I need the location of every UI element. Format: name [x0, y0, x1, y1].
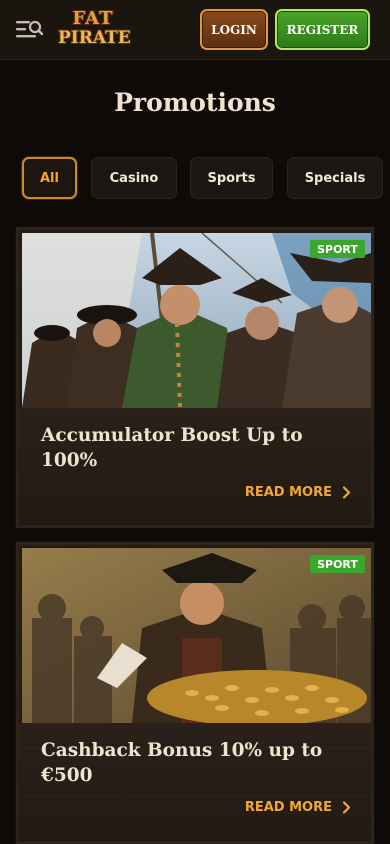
menu-search-icon[interactable]	[14, 18, 44, 42]
login-button[interactable]: LOGIN	[200, 9, 268, 50]
logo-bottom-text: PIRATE	[58, 28, 131, 48]
top-header: FAT PIRATE LOGIN REGISTER	[0, 0, 390, 60]
promo-card[interactable]: SPORT Cashback Bonus 10% up to €500 READ…	[16, 542, 374, 844]
register-button[interactable]: REGISTER	[275, 9, 370, 50]
tab-specials[interactable]: Specials	[287, 157, 383, 199]
pirate-gold-image: SPORT	[22, 548, 371, 723]
logo-top-text: FAT	[72, 8, 114, 29]
read-more-link[interactable]: READ MORE	[245, 483, 351, 501]
tab-all[interactable]: All	[22, 157, 77, 199]
tab-casino[interactable]: Casino	[91, 157, 177, 199]
page-title: Promotions	[114, 88, 276, 117]
chevron-right-icon	[342, 485, 351, 499]
tab-sports[interactable]: Sports	[190, 157, 273, 199]
read-more-label: READ MORE	[244, 799, 332, 815]
category-badge: SPORT	[310, 240, 365, 258]
category-badge: SPORT	[310, 555, 365, 573]
chevron-right-icon	[342, 800, 351, 814]
pirate-crew-image: SPORT	[22, 233, 371, 408]
promo-title: Cashback Bonus 10% up to €500	[41, 740, 323, 786]
logo[interactable]: FAT PIRATE	[58, 8, 131, 52]
read-more-link[interactable]: READ MORE	[245, 798, 351, 816]
promo-title: Accumulator Boost Up to 100%	[41, 425, 303, 471]
promo-card[interactable]: SPORT Accumulator Boost Up to 100% READ …	[16, 227, 374, 528]
read-more-label: READ MORE	[244, 484, 332, 500]
